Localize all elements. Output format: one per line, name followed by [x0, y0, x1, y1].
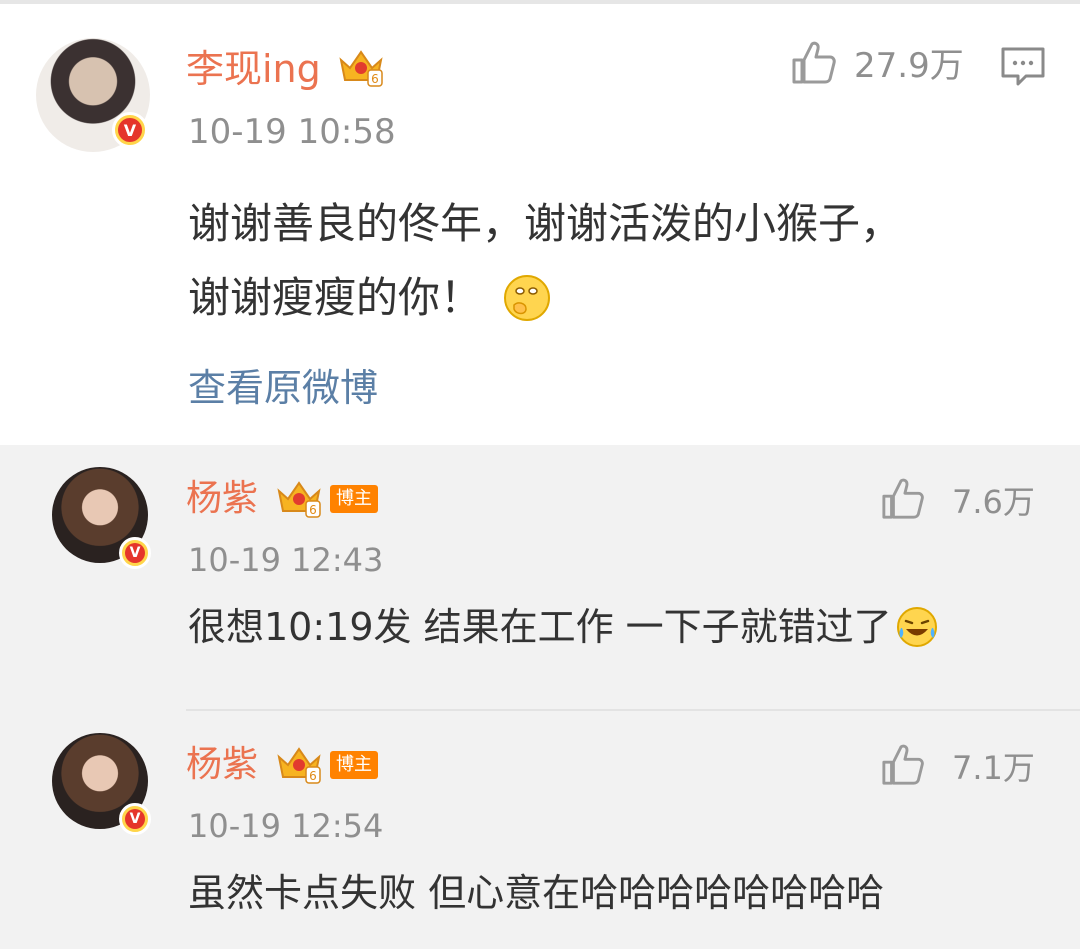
reply-time: 10-19 12:43 — [188, 541, 384, 579]
reply-text-row: 很想10:19发 结果在工作 一下子就错过了 — [188, 601, 938, 653]
svg-text:6: 6 — [371, 72, 379, 86]
like-count: 27.9万 — [854, 46, 964, 86]
blogger-badge: 博主 — [330, 485, 378, 513]
like-count: 7.6万 — [952, 483, 1035, 521]
blogger-badge: 博主 — [330, 751, 378, 779]
reply-item: V 杨紫 6 博主 7.6万 10-19 12:43 很想10:19发 结果在工… — [0, 445, 1080, 711]
crown-icon: 6 — [277, 747, 321, 784]
like-icon[interactable] — [790, 40, 838, 86]
reply-text: 虽然卡点失败 但心意在哈哈哈哈哈哈哈哈 — [188, 871, 885, 915]
crown-icon: 6 — [277, 481, 321, 518]
comment-text-line-2: 谢谢瘦瘦的你！ — [188, 273, 483, 322]
crown-icon: 6 — [339, 50, 383, 87]
like-icon[interactable] — [880, 743, 926, 787]
verified-badge-icon: V — [112, 112, 148, 148]
svg-text:6: 6 — [309, 503, 317, 517]
post-time: 10-19 10:58 — [188, 112, 396, 152]
reply-time: 10-19 12:54 — [188, 807, 384, 845]
like-count: 7.1万 — [952, 749, 1035, 787]
reply-item: V 杨紫 6 博主 7.1万 10-19 12:54 虽然卡点失败 但心意在哈哈… — [0, 711, 1080, 949]
comment-icon[interactable] — [1000, 46, 1046, 88]
username[interactable]: 杨紫 — [186, 475, 258, 523]
reply-list: V 杨紫 6 博主 7.6万 10-19 12:43 很想10:19发 结果在工… — [0, 445, 1080, 949]
like-icon[interactable] — [880, 477, 926, 521]
verified-badge-icon: V — [119, 537, 151, 569]
svg-text:6: 6 — [309, 769, 317, 783]
comment-text-line-1: 谢谢善良的佟年，谢谢活泼的小猴子， — [188, 199, 903, 248]
username[interactable]: 杨紫 — [186, 741, 258, 789]
comment-text-line-2-row: 谢谢瘦瘦的你！ — [188, 270, 552, 326]
username[interactable]: 李现ing — [186, 44, 321, 94]
thinking-face-icon — [504, 275, 551, 321]
main-comment: V 李现ing 6 27.9万 10-19 10:58 谢谢善良的佟年，谢谢活泼… — [0, 4, 1080, 445]
verified-badge-icon: V — [119, 803, 151, 835]
reply-text: 很想10:19发 结果在工作 一下子就错过了 — [188, 605, 892, 649]
view-original-link[interactable]: 查看原微博 — [188, 362, 378, 414]
laugh-cry-icon — [896, 607, 937, 647]
